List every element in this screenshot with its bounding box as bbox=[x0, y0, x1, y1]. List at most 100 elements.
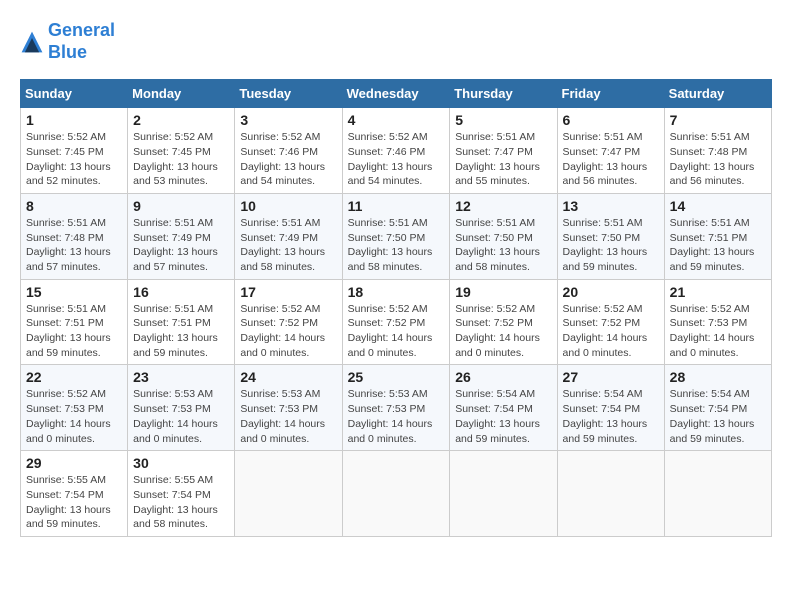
day-number: 6 bbox=[563, 112, 659, 128]
sunset-label: Sunset: 7:53 PM bbox=[133, 403, 211, 415]
calendar-week-row: 1 Sunrise: 5:52 AM Sunset: 7:45 PM Dayli… bbox=[21, 108, 772, 194]
day-number: 14 bbox=[670, 198, 766, 214]
day-number: 7 bbox=[670, 112, 766, 128]
daylight-label: Daylight: 14 hours and 0 minutes. bbox=[563, 332, 648, 359]
sunset-label: Sunset: 7:46 PM bbox=[348, 146, 426, 158]
day-number: 18 bbox=[348, 284, 445, 300]
sunset-label: Sunset: 7:54 PM bbox=[133, 489, 211, 501]
day-number: 19 bbox=[455, 284, 551, 300]
logo: General Blue bbox=[20, 20, 115, 63]
calendar-cell: 27 Sunrise: 5:54 AM Sunset: 7:54 PM Dayl… bbox=[557, 365, 664, 451]
daylight-label: Daylight: 14 hours and 0 minutes. bbox=[348, 332, 433, 359]
sunrise-label: Sunrise: 5:53 AM bbox=[133, 388, 213, 400]
day-info: Sunrise: 5:54 AM Sunset: 7:54 PM Dayligh… bbox=[563, 387, 659, 446]
sunrise-label: Sunrise: 5:51 AM bbox=[348, 217, 428, 229]
daylight-label: Daylight: 13 hours and 59 minutes. bbox=[26, 332, 111, 359]
sunrise-label: Sunrise: 5:51 AM bbox=[455, 217, 535, 229]
calendar-cell: 15 Sunrise: 5:51 AM Sunset: 7:51 PM Dayl… bbox=[21, 279, 128, 365]
sunset-label: Sunset: 7:52 PM bbox=[563, 317, 641, 329]
sunrise-label: Sunrise: 5:51 AM bbox=[133, 303, 213, 315]
day-info: Sunrise: 5:54 AM Sunset: 7:54 PM Dayligh… bbox=[455, 387, 551, 446]
calendar-cell: 24 Sunrise: 5:53 AM Sunset: 7:53 PM Dayl… bbox=[235, 365, 342, 451]
calendar-week-row: 22 Sunrise: 5:52 AM Sunset: 7:53 PM Dayl… bbox=[21, 365, 772, 451]
sunrise-label: Sunrise: 5:51 AM bbox=[563, 131, 643, 143]
page-header: General Blue bbox=[20, 20, 772, 63]
sunset-label: Sunset: 7:54 PM bbox=[26, 489, 104, 501]
daylight-label: Daylight: 13 hours and 53 minutes. bbox=[133, 161, 218, 188]
calendar-cell: 3 Sunrise: 5:52 AM Sunset: 7:46 PM Dayli… bbox=[235, 108, 342, 194]
day-info: Sunrise: 5:52 AM Sunset: 7:45 PM Dayligh… bbox=[133, 130, 229, 189]
day-info: Sunrise: 5:51 AM Sunset: 7:47 PM Dayligh… bbox=[455, 130, 551, 189]
sunset-label: Sunset: 7:50 PM bbox=[455, 232, 533, 244]
sunset-label: Sunset: 7:52 PM bbox=[348, 317, 426, 329]
sunrise-label: Sunrise: 5:52 AM bbox=[670, 303, 750, 315]
sunset-label: Sunset: 7:53 PM bbox=[26, 403, 104, 415]
calendar-cell: 7 Sunrise: 5:51 AM Sunset: 7:48 PM Dayli… bbox=[664, 108, 771, 194]
daylight-label: Daylight: 13 hours and 54 minutes. bbox=[348, 161, 433, 188]
calendar-cell bbox=[450, 451, 557, 537]
day-number: 23 bbox=[133, 369, 229, 385]
sunset-label: Sunset: 7:50 PM bbox=[563, 232, 641, 244]
day-info: Sunrise: 5:52 AM Sunset: 7:53 PM Dayligh… bbox=[26, 387, 122, 446]
calendar-cell: 18 Sunrise: 5:52 AM Sunset: 7:52 PM Dayl… bbox=[342, 279, 450, 365]
daylight-label: Daylight: 13 hours and 57 minutes. bbox=[26, 246, 111, 273]
day-number: 10 bbox=[240, 198, 336, 214]
daylight-label: Daylight: 13 hours and 54 minutes. bbox=[240, 161, 325, 188]
sunrise-label: Sunrise: 5:52 AM bbox=[240, 303, 320, 315]
calendar-cell: 30 Sunrise: 5:55 AM Sunset: 7:54 PM Dayl… bbox=[128, 451, 235, 537]
calendar-cell: 23 Sunrise: 5:53 AM Sunset: 7:53 PM Dayl… bbox=[128, 365, 235, 451]
day-number: 15 bbox=[26, 284, 122, 300]
sunrise-label: Sunrise: 5:51 AM bbox=[563, 217, 643, 229]
calendar-cell: 9 Sunrise: 5:51 AM Sunset: 7:49 PM Dayli… bbox=[128, 193, 235, 279]
sunset-label: Sunset: 7:51 PM bbox=[26, 317, 104, 329]
calendar-cell bbox=[235, 451, 342, 537]
daylight-label: Daylight: 13 hours and 59 minutes. bbox=[670, 246, 755, 273]
day-number: 11 bbox=[348, 198, 445, 214]
sunset-label: Sunset: 7:51 PM bbox=[670, 232, 748, 244]
daylight-label: Daylight: 13 hours and 59 minutes. bbox=[133, 332, 218, 359]
calendar-table: SundayMondayTuesdayWednesdayThursdayFrid… bbox=[20, 79, 772, 537]
day-info: Sunrise: 5:53 AM Sunset: 7:53 PM Dayligh… bbox=[240, 387, 336, 446]
day-info: Sunrise: 5:54 AM Sunset: 7:54 PM Dayligh… bbox=[670, 387, 766, 446]
calendar-cell: 16 Sunrise: 5:51 AM Sunset: 7:51 PM Dayl… bbox=[128, 279, 235, 365]
calendar-cell: 26 Sunrise: 5:54 AM Sunset: 7:54 PM Dayl… bbox=[450, 365, 557, 451]
day-info: Sunrise: 5:53 AM Sunset: 7:53 PM Dayligh… bbox=[348, 387, 445, 446]
day-number: 17 bbox=[240, 284, 336, 300]
sunrise-label: Sunrise: 5:51 AM bbox=[670, 131, 750, 143]
sunset-label: Sunset: 7:45 PM bbox=[133, 146, 211, 158]
day-number: 3 bbox=[240, 112, 336, 128]
day-number: 26 bbox=[455, 369, 551, 385]
day-info: Sunrise: 5:52 AM Sunset: 7:52 PM Dayligh… bbox=[455, 302, 551, 361]
calendar-cell: 22 Sunrise: 5:52 AM Sunset: 7:53 PM Dayl… bbox=[21, 365, 128, 451]
daylight-label: Daylight: 13 hours and 58 minutes. bbox=[455, 246, 540, 273]
sunset-label: Sunset: 7:49 PM bbox=[240, 232, 318, 244]
sunrise-label: Sunrise: 5:52 AM bbox=[348, 131, 428, 143]
sunrise-label: Sunrise: 5:51 AM bbox=[133, 217, 213, 229]
day-number: 1 bbox=[26, 112, 122, 128]
daylight-label: Daylight: 13 hours and 52 minutes. bbox=[26, 161, 111, 188]
day-number: 22 bbox=[26, 369, 122, 385]
sunrise-label: Sunrise: 5:51 AM bbox=[455, 131, 535, 143]
sunset-label: Sunset: 7:52 PM bbox=[240, 317, 318, 329]
sunset-label: Sunset: 7:49 PM bbox=[133, 232, 211, 244]
day-info: Sunrise: 5:51 AM Sunset: 7:47 PM Dayligh… bbox=[563, 130, 659, 189]
daylight-label: Daylight: 13 hours and 56 minutes. bbox=[563, 161, 648, 188]
daylight-label: Daylight: 14 hours and 0 minutes. bbox=[240, 418, 325, 445]
sunrise-label: Sunrise: 5:53 AM bbox=[240, 388, 320, 400]
day-info: Sunrise: 5:55 AM Sunset: 7:54 PM Dayligh… bbox=[133, 473, 229, 532]
calendar-cell: 19 Sunrise: 5:52 AM Sunset: 7:52 PM Dayl… bbox=[450, 279, 557, 365]
weekday-header-friday: Friday bbox=[557, 80, 664, 108]
day-number: 28 bbox=[670, 369, 766, 385]
daylight-label: Daylight: 14 hours and 0 minutes. bbox=[455, 332, 540, 359]
sunset-label: Sunset: 7:48 PM bbox=[26, 232, 104, 244]
day-number: 5 bbox=[455, 112, 551, 128]
daylight-label: Daylight: 14 hours and 0 minutes. bbox=[348, 418, 433, 445]
day-info: Sunrise: 5:51 AM Sunset: 7:51 PM Dayligh… bbox=[670, 216, 766, 275]
daylight-label: Daylight: 13 hours and 55 minutes. bbox=[455, 161, 540, 188]
sunrise-label: Sunrise: 5:52 AM bbox=[240, 131, 320, 143]
day-number: 29 bbox=[26, 455, 122, 471]
sunrise-label: Sunrise: 5:54 AM bbox=[455, 388, 535, 400]
calendar-cell: 1 Sunrise: 5:52 AM Sunset: 7:45 PM Dayli… bbox=[21, 108, 128, 194]
day-number: 20 bbox=[563, 284, 659, 300]
day-number: 12 bbox=[455, 198, 551, 214]
